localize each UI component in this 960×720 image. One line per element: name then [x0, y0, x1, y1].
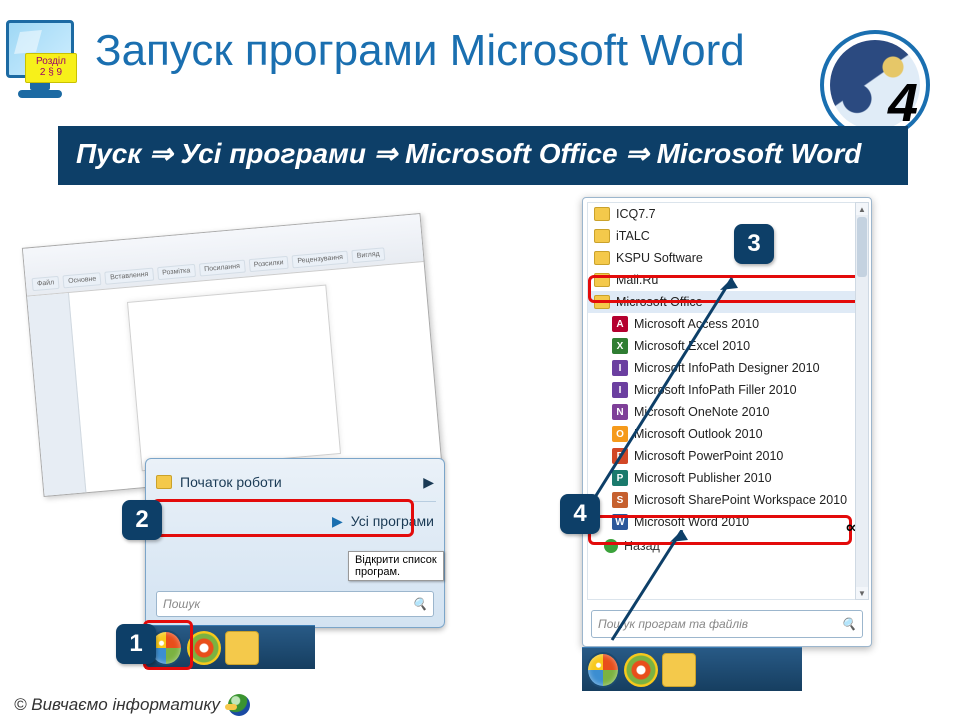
- explorer-icon[interactable]: [225, 631, 259, 665]
- globe-icon: [228, 694, 250, 716]
- app-icon: I: [612, 360, 628, 376]
- slide-title: Запуск програми Microsoft Word: [95, 28, 830, 74]
- start-menu-panel: Початок роботи ▶ ▶ Усі програми Відкрити…: [145, 458, 445, 628]
- footer-text: © Вивчаємо інформатику: [14, 695, 220, 715]
- folder-icon: [594, 229, 610, 243]
- app-label: Microsoft Publisher 2010: [634, 471, 772, 485]
- getting-started-label: Початок роботи: [180, 474, 282, 490]
- app-label: Microsoft PowerPoint 2010: [634, 449, 783, 463]
- tooltip: Відкрити список програм.: [348, 551, 444, 581]
- chapter-line2: 2 § 9: [26, 67, 76, 78]
- program-label: ICQ7.7: [616, 207, 656, 221]
- app-label: Microsoft OneNote 2010: [634, 405, 770, 419]
- step-badge-3: 3: [734, 224, 774, 264]
- app-icon: S: [612, 492, 628, 508]
- chapter-line1: Розділ: [26, 56, 76, 67]
- chapter-badge: Розділ 2 § 9: [25, 53, 77, 83]
- programs-list: ICQ7.7iTALCKSPU SoftwareMail.Ru Microsof…: [587, 202, 867, 600]
- step-badge-2: 2: [122, 500, 162, 540]
- scroll-up-icon[interactable]: ▲: [856, 203, 868, 215]
- scroll-down-icon[interactable]: ▼: [856, 587, 868, 599]
- explorer-icon[interactable]: [662, 653, 696, 687]
- chrome-icon[interactable]: [624, 653, 658, 687]
- footer: © Вивчаємо інформатику: [14, 694, 250, 716]
- step-badge-4: 4: [560, 494, 600, 534]
- app-icon: N: [612, 404, 628, 420]
- app-label: Microsoft InfoPath Filler 2010: [634, 383, 797, 397]
- scrollbar[interactable]: ▲ ▼: [855, 202, 869, 600]
- highlight-frame-4: [588, 515, 852, 545]
- program-label: iTALC: [616, 229, 650, 243]
- search-placeholder: Пошук програм та файлів: [598, 617, 748, 631]
- app-label: Microsoft Excel 2010: [634, 339, 750, 353]
- office-app[interactable]: O Microsoft Outlook 2010: [588, 423, 866, 445]
- step-badge-1: 1: [116, 624, 156, 664]
- folder-icon: [594, 207, 610, 221]
- taskbar-right: [582, 647, 802, 691]
- office-app[interactable]: S Microsoft SharePoint Workspace 2010: [588, 489, 866, 511]
- search-placeholder: Пошук: [163, 597, 200, 611]
- office-app[interactable]: P Microsoft PowerPoint 2010: [588, 445, 866, 467]
- word-ribbon: ФайлОсновнеВставлення РозміткаПосиланняР…: [23, 214, 424, 297]
- app-icon: X: [612, 338, 628, 354]
- slide-number: 4: [888, 72, 918, 134]
- all-programs-panel: ICQ7.7iTALCKSPU SoftwareMail.Ru Microsof…: [582, 197, 872, 647]
- start-search-input[interactable]: Пошук 🔍: [156, 591, 434, 617]
- folder-icon: [594, 251, 610, 265]
- search-icon: 🔍: [841, 617, 856, 631]
- office-app[interactable]: N Microsoft OneNote 2010: [588, 401, 866, 423]
- search-icon: 🔍: [412, 597, 427, 611]
- app-icon: A: [612, 316, 628, 332]
- highlight-frame-3: [588, 275, 867, 303]
- chevron-right-icon: ▶: [423, 474, 434, 491]
- app-label: Microsoft Outlook 2010: [634, 427, 763, 441]
- start-row-getting-started[interactable]: Початок роботи ▶: [146, 465, 444, 499]
- office-app[interactable]: I Microsoft InfoPath Filler 2010: [588, 379, 866, 401]
- program-folder[interactable]: KSPU Software: [588, 247, 866, 269]
- start-orb[interactable]: [586, 653, 620, 687]
- programs-search-input[interactable]: Пошук програм та файлів 🔍: [591, 610, 863, 638]
- app-icon: O: [612, 426, 628, 442]
- navigation-path: Пуск ⇒ Усі програми ⇒ Microsoft Office ⇒…: [58, 126, 908, 185]
- program-folder[interactable]: iTALC: [588, 225, 866, 247]
- app-icon: I: [612, 382, 628, 398]
- program-folder[interactable]: ICQ7.7: [588, 203, 866, 225]
- office-app[interactable]: P Microsoft Publisher 2010: [588, 467, 866, 489]
- folder-icon: [156, 475, 172, 489]
- office-app[interactable]: A Microsoft Access 2010: [588, 313, 866, 335]
- app-label: Microsoft Access 2010: [634, 317, 759, 331]
- scroll-thumb[interactable]: [857, 217, 867, 277]
- office-app[interactable]: X Microsoft Excel 2010: [588, 335, 866, 357]
- app-icon: P: [612, 470, 628, 486]
- app-label: Microsoft InfoPath Designer 2010: [634, 361, 820, 375]
- program-label: KSPU Software: [616, 251, 703, 265]
- app-label: Microsoft SharePoint Workspace 2010: [634, 493, 847, 507]
- highlight-frame-2: [152, 499, 414, 537]
- office-app[interactable]: I Microsoft InfoPath Designer 2010: [588, 357, 866, 379]
- app-icon: P: [612, 448, 628, 464]
- word-screenshot: ФайлОсновнеВставлення РозміткаПосиланняР…: [22, 213, 442, 497]
